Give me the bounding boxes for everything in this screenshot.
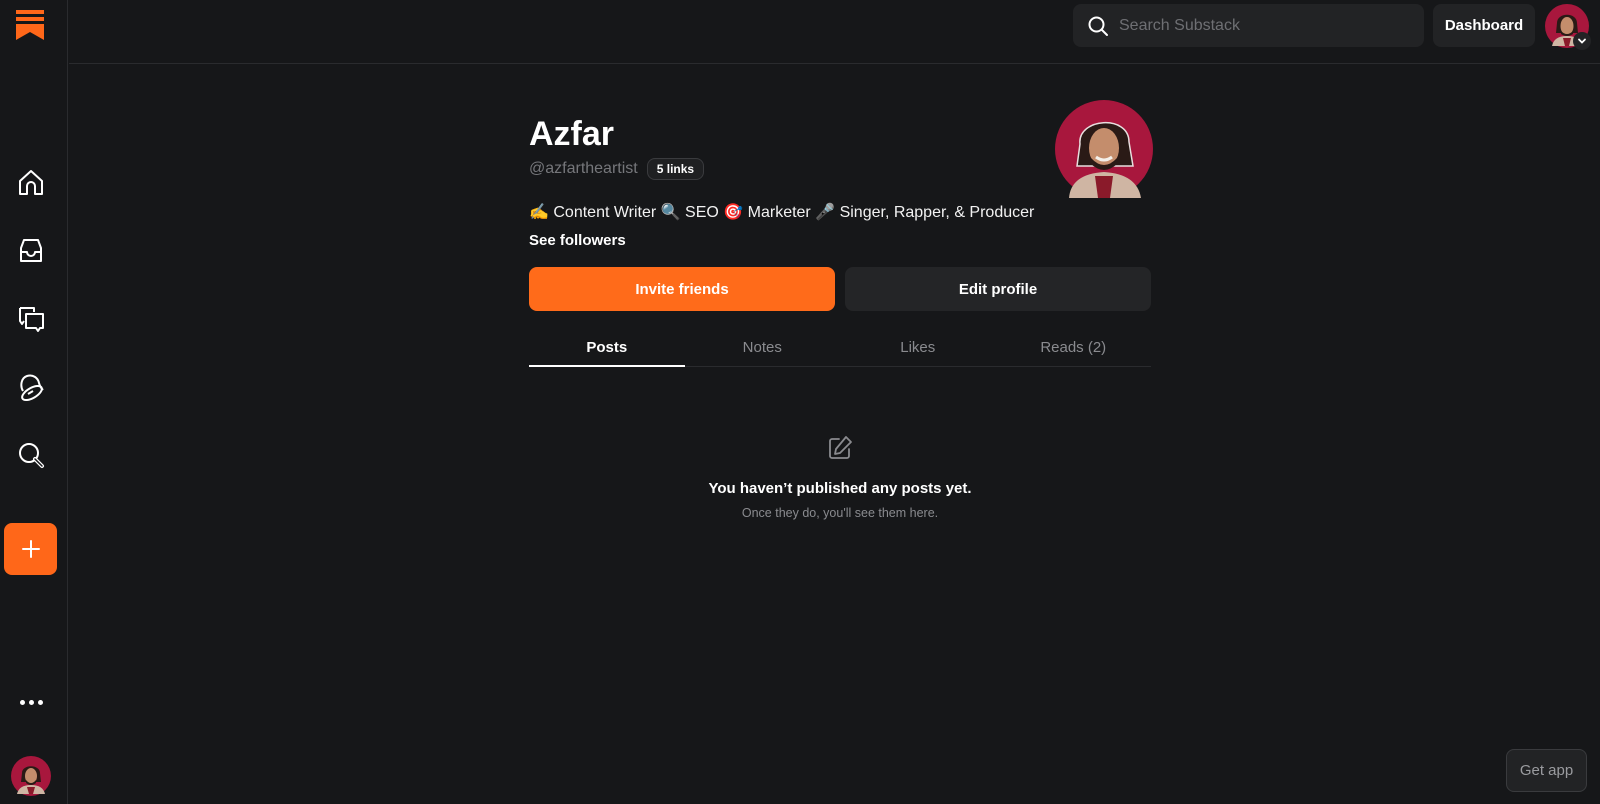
- links-badge[interactable]: 5 links: [646, 158, 705, 180]
- search-bar[interactable]: [1073, 4, 1424, 47]
- dashboard-button[interactable]: Dashboard: [1433, 4, 1535, 47]
- avatar-image: [1055, 100, 1153, 198]
- empty-state: You haven’t published any posts yet. Onc…: [529, 435, 1151, 520]
- tab-reads[interactable]: Reads (2): [996, 339, 1152, 367]
- avatar-image: [11, 756, 51, 796]
- more-dots-icon: [19, 699, 25, 705]
- search-icon: [1088, 16, 1108, 36]
- profile-section: Azfar @azfartheartist 5 links ✍️ Content…: [529, 100, 1153, 520]
- inbox-icon: [20, 239, 42, 262]
- more-button[interactable]: [14, 690, 48, 714]
- plus-icon: [21, 540, 40, 558]
- search-input[interactable]: [1119, 16, 1399, 35]
- dot: [37, 699, 43, 705]
- bell-icon: [20, 374, 44, 401]
- substack-logo-icon[interactable]: [16, 10, 44, 40]
- dot: [28, 699, 34, 705]
- tab-posts[interactable]: Posts: [529, 339, 685, 367]
- search-icon: [19, 443, 44, 468]
- account-menu-avatar[interactable]: [1545, 4, 1591, 50]
- invite-friends-button[interactable]: Invite friends: [529, 267, 835, 311]
- get-app-button[interactable]: Get app: [1506, 749, 1587, 792]
- profile-handle: @azfartheartist: [529, 160, 638, 177]
- edit-icon: [829, 436, 852, 459]
- sidebar-item-search[interactable]: [14, 438, 48, 472]
- profile-bio: ✍️ Content Writer 🔍 SEO 🎯 Marketer 🎤 Sin…: [529, 204, 1035, 221]
- profile-tabs: Posts Notes Likes Reads (2): [529, 339, 1151, 367]
- edit-profile-button[interactable]: Edit profile: [845, 267, 1151, 311]
- sidebar-item-home[interactable]: [14, 166, 48, 200]
- tab-notes[interactable]: Notes: [685, 339, 841, 367]
- sidebar-item-chat[interactable]: [14, 302, 48, 336]
- tab-likes[interactable]: Likes: [840, 339, 996, 367]
- sidebar: [0, 0, 68, 804]
- see-followers-link[interactable]: See followers: [529, 232, 626, 249]
- sidebar-item-activity[interactable]: [14, 370, 48, 404]
- sidebar-item-inbox[interactable]: [14, 234, 48, 268]
- empty-state-title: You haven’t published any posts yet.: [708, 480, 972, 497]
- sidebar-avatar[interactable]: [11, 756, 51, 796]
- chat-icon: [19, 307, 44, 332]
- profile-avatar: [1055, 100, 1153, 198]
- home-icon: [19, 170, 43, 195]
- empty-state-subtitle: Once they do, you'll see them here.: [741, 506, 939, 520]
- chevron-down-icon: [1573, 32, 1591, 50]
- compose-button[interactable]: [4, 523, 57, 575]
- profile-actions: Invite friends Edit profile: [529, 267, 1151, 311]
